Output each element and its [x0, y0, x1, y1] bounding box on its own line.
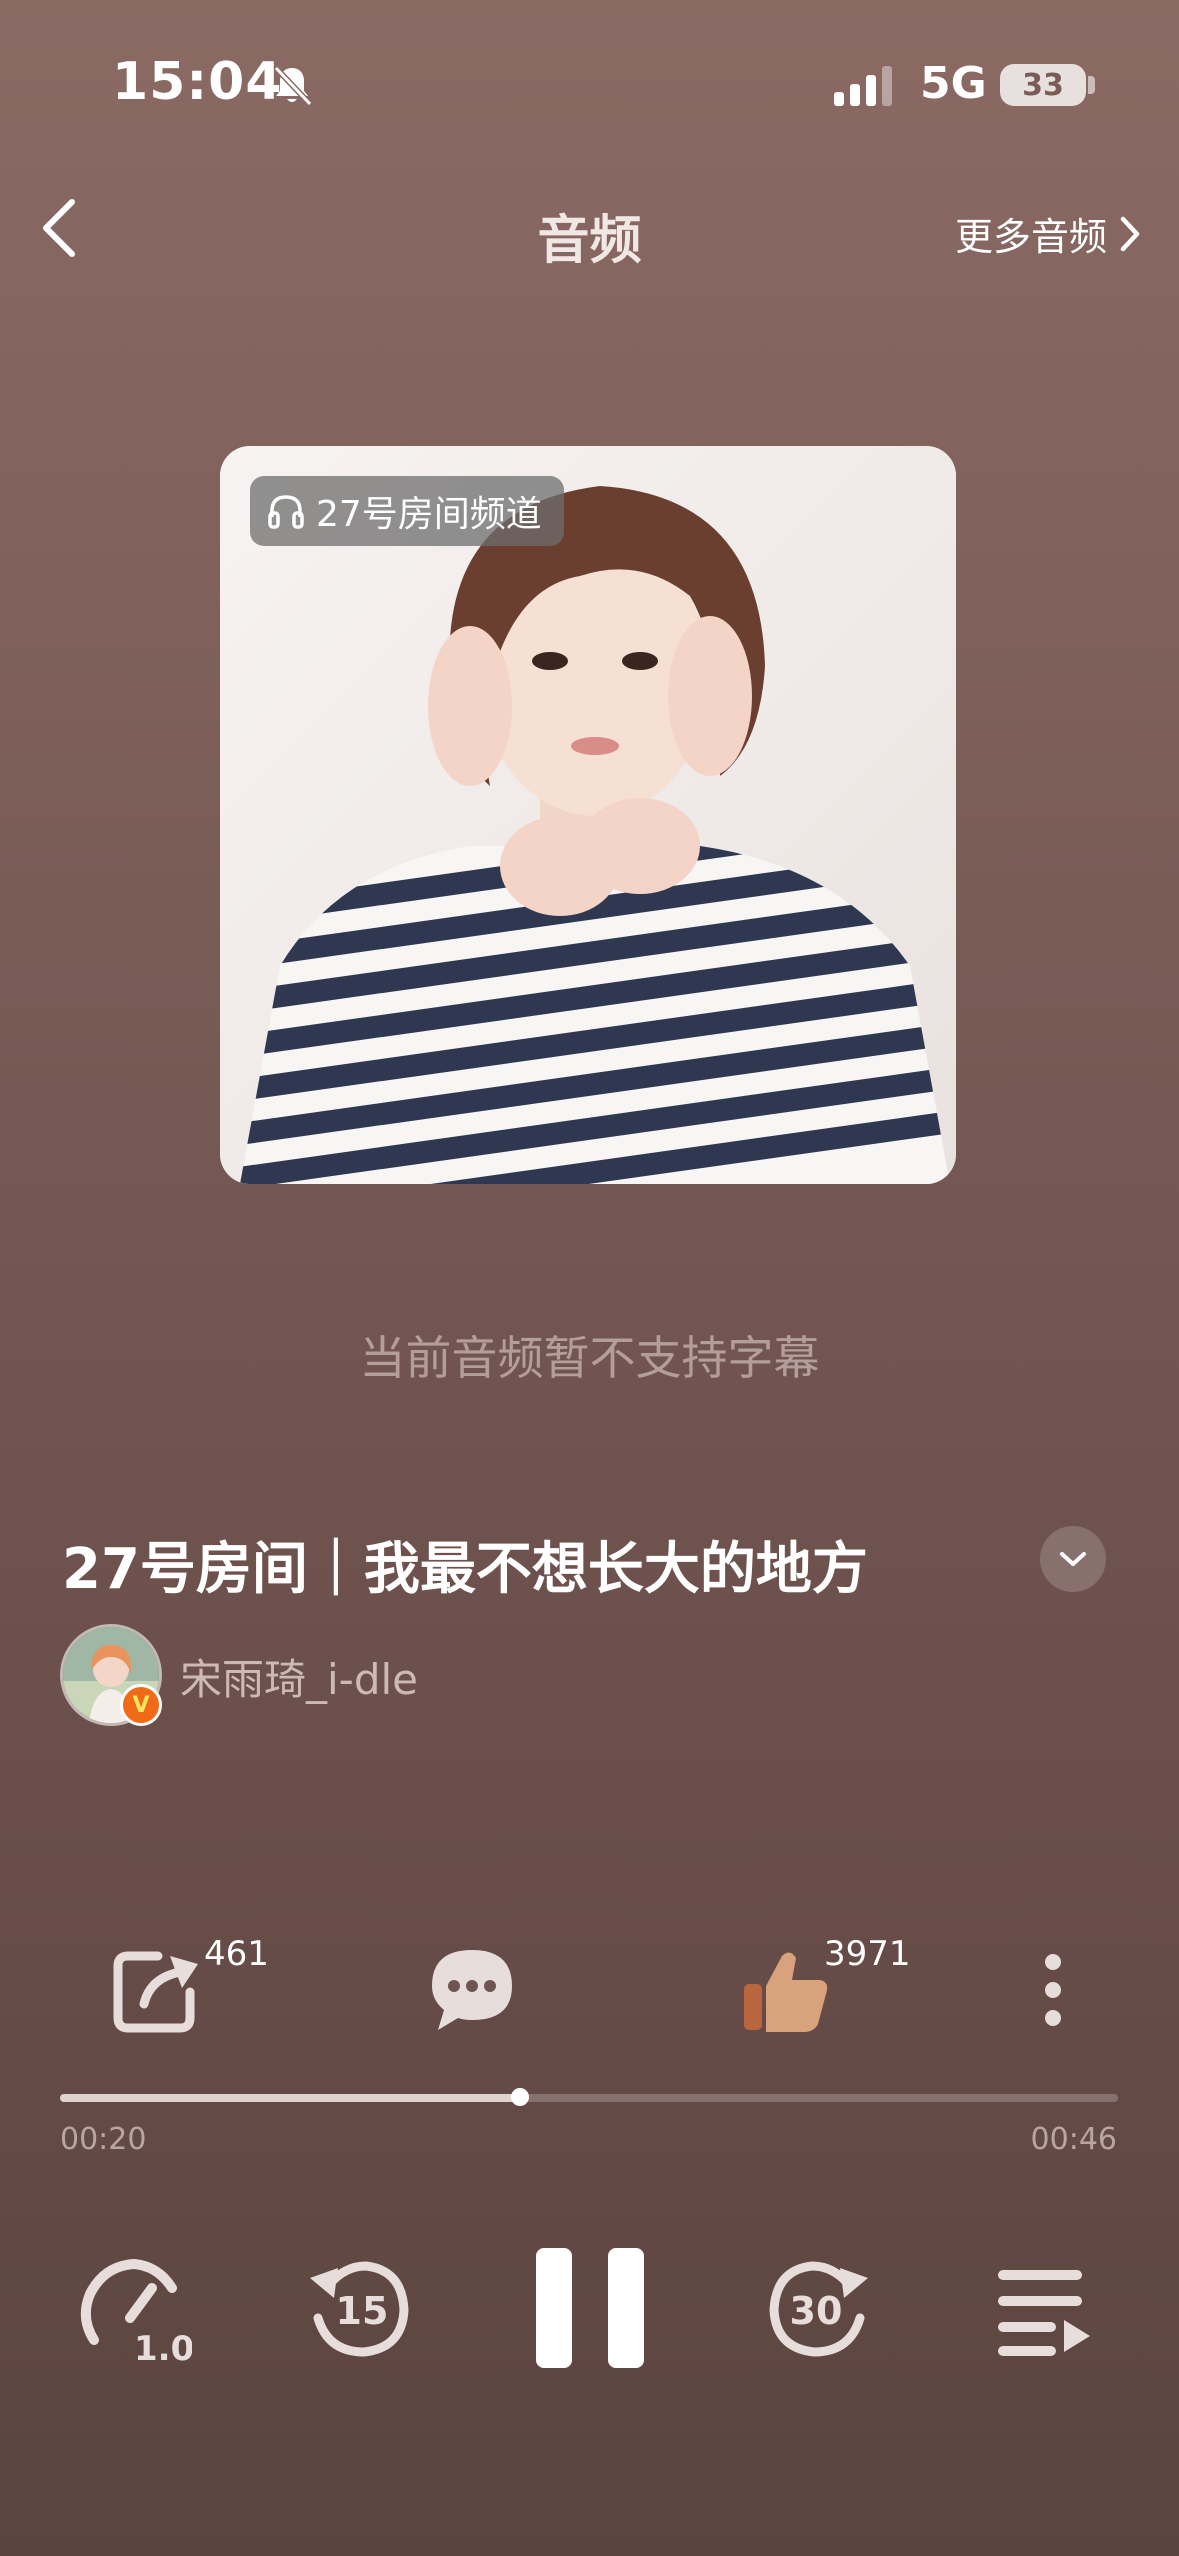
verified-badge: V [120, 1684, 162, 1726]
battery-indicator: 33 [1000, 64, 1086, 106]
network-type: 5G [920, 58, 987, 109]
playback-speed-label: 1.0x [134, 2329, 192, 2368]
like-thumb-icon[interactable] [738, 1942, 834, 2038]
rewind-15-button[interactable]: 15 [300, 2248, 420, 2368]
playlist-icon[interactable] [980, 2248, 1100, 2368]
track-title: 27号房间｜我最不想长大的地方 [62, 1537, 868, 1602]
status-time: 15:04 [112, 52, 283, 112]
cellular-signal-icon [834, 66, 892, 106]
rewind-seconds-label: 15 [336, 2289, 389, 2333]
playback-speed-button[interactable]: 1.0x [72, 2248, 192, 2368]
cover-art [220, 446, 956, 1184]
channel-tag[interactable]: 27号房间频道 [250, 476, 564, 546]
subtitle-unavailable-note: 当前音频暂不支持字幕 [359, 1331, 820, 1385]
chevron-right-icon [1120, 216, 1140, 251]
like-count: 3971 [824, 1934, 911, 1974]
cover-photo-illustration [220, 446, 956, 1184]
progress-fill [60, 2094, 521, 2102]
chevron-down-icon [1060, 1552, 1086, 1566]
more-options-icon[interactable] [1030, 1948, 1076, 2032]
more-audio-link[interactable]: 更多音频 [955, 206, 1143, 261]
pause-button[interactable] [528, 2240, 652, 2376]
forward-30-button[interactable]: 30 [758, 2248, 878, 2368]
total-duration: 00:46 [1030, 2122, 1117, 2157]
progress-thumb[interactable] [511, 2088, 530, 2106]
expand-details-button[interactable] [1040, 1526, 1106, 1592]
comment-icon[interactable] [424, 1942, 520, 2038]
elapsed-time: 00:20 [60, 2122, 147, 2157]
author-name[interactable]: 宋雨琦_i-dle [180, 1646, 418, 1707]
more-audio-label: 更多音频 [954, 215, 1107, 259]
battery-tip [1088, 76, 1095, 94]
forward-seconds-label: 30 [790, 2289, 843, 2333]
headphones-icon [268, 495, 304, 529]
mute-bell-icon [273, 65, 313, 107]
share-icon[interactable] [108, 1942, 204, 2038]
share-count: 461 [204, 1934, 269, 1974]
channel-tag-label: 27号房间频道 [316, 494, 542, 535]
